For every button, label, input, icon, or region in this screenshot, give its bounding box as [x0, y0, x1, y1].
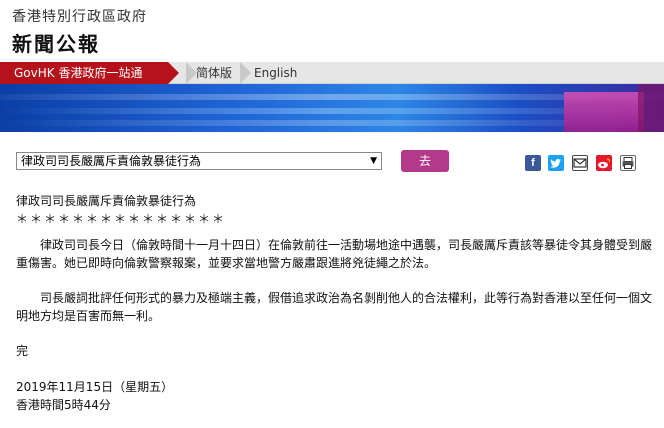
simplified-chinese-link[interactable]: 简体版: [196, 62, 232, 84]
select-value: 律政司司長嚴厲斥責倫敦暴徒行為: [21, 154, 202, 168]
end-mark: 完: [16, 344, 29, 358]
facebook-icon[interactable]: f: [525, 155, 541, 171]
page-header: 香港特別行政區政府 新聞公報: [0, 0, 664, 62]
top-nav-bar: GovHK 香港政府一站通 简体版 English: [0, 62, 664, 84]
weibo-icon[interactable]: [596, 155, 612, 171]
article-toolbar: 律政司司長嚴厲斥責倫敦暴徒行為 ▼ 去 f: [0, 140, 664, 180]
go-button[interactable]: 去: [401, 150, 449, 172]
press-release-select[interactable]: 律政司司長嚴厲斥責倫敦暴徒行為 ▼: [16, 152, 382, 170]
banner-accent: [638, 84, 664, 132]
header-banner: [0, 84, 664, 132]
release-date: 2019年11月15日（星期五）: [16, 380, 174, 394]
twitter-icon[interactable]: [548, 155, 564, 171]
article-paragraph: 律政司司長今日（倫敦時間十一月十四日）在倫敦前往一活動場地途中遇襲，司長嚴厲斥責…: [16, 238, 653, 270]
print-icon[interactable]: [620, 155, 636, 171]
headline-divider: ＊＊＊＊＊＊＊＊＊＊＊＊＊＊＊: [16, 212, 227, 226]
nav-separator: [240, 62, 251, 84]
press-release-body: 律政司司長嚴厲斥責倫敦暴徒行為 ＊＊＊＊＊＊＊＊＊＊＊＊＊＊＊ 律政司司長今日（…: [16, 192, 656, 414]
press-release-title: 新聞公報: [12, 32, 100, 56]
release-time: 香港時間5時44分: [16, 398, 111, 412]
english-link[interactable]: English: [254, 62, 297, 84]
banner-accent: [564, 92, 644, 132]
article-headline: 律政司司長嚴厲斥責倫敦暴徒行為: [16, 194, 197, 208]
chevron-down-icon: ▼: [370, 156, 377, 166]
email-icon[interactable]: [572, 155, 588, 171]
site-title: 香港特別行政區政府: [12, 9, 147, 25]
govhk-link[interactable]: GovHK 香港政府一站通: [0, 62, 179, 84]
article-paragraph: 司長嚴詞批評任何形式的暴力及極端主義，假借追求政治為名剝削他人的合法權利，此等行…: [16, 291, 653, 323]
